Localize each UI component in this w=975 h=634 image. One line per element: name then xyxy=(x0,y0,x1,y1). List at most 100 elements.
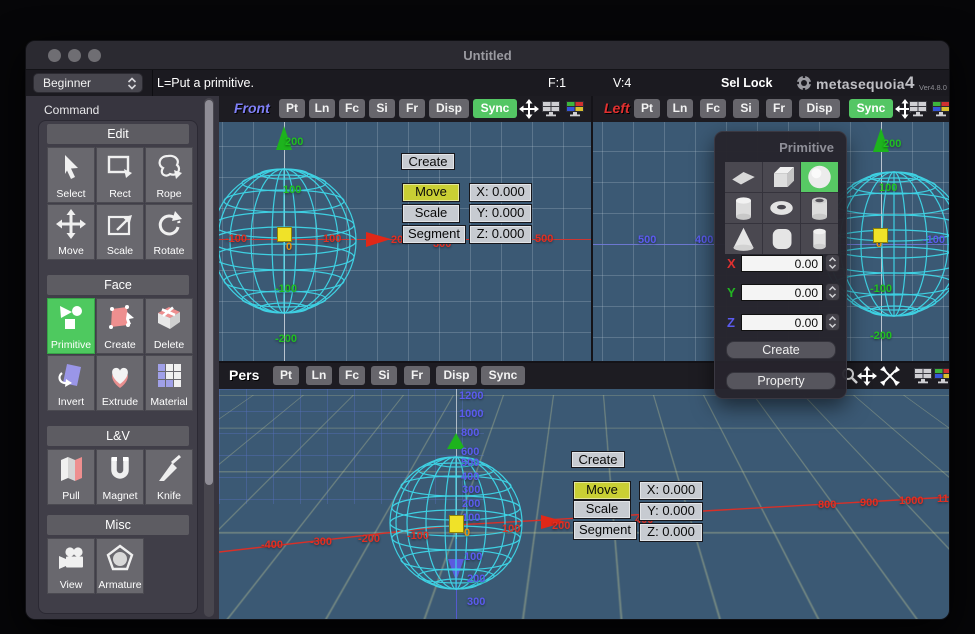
command-button-scale[interactable]: Scale xyxy=(96,204,144,260)
left-move-handle[interactable] xyxy=(873,228,888,243)
shape-torus[interactable] xyxy=(763,193,800,223)
pers-segment-button[interactable]: Segment xyxy=(573,521,637,540)
command-button-create-face[interactable]: Create xyxy=(96,298,144,354)
front-tab-fc[interactable]: Fc xyxy=(339,99,365,118)
left-sync-button[interactable]: Sync xyxy=(849,99,893,118)
pan-view-icon[interactable] xyxy=(519,99,539,124)
front-x-value[interactable]: X: 0.000 xyxy=(469,183,532,202)
shape-tube[interactable] xyxy=(801,193,838,223)
pers-x-value[interactable]: X: 0.000 xyxy=(639,481,703,500)
front-move-handle[interactable] xyxy=(277,227,292,242)
left-tab-pt[interactable]: Pt xyxy=(634,99,660,118)
pers-tab-pt[interactable]: Pt xyxy=(273,366,299,385)
shape-rounded-cube[interactable] xyxy=(763,224,800,254)
monitor-layout-color-icon[interactable] xyxy=(931,101,950,122)
pers-tab-fr[interactable]: Fr xyxy=(404,366,430,385)
command-button-knife[interactable]: Knife xyxy=(145,449,193,505)
primitive-create-button[interactable]: Create xyxy=(726,341,836,359)
monitor-layout-icon[interactable] xyxy=(908,101,928,122)
left-tab-ln[interactable]: Ln xyxy=(667,99,693,118)
pers-tab-si[interactable]: Si xyxy=(371,366,397,385)
front-tab-pt[interactable]: Pt xyxy=(279,99,305,118)
pers-tab-disp[interactable]: Disp xyxy=(436,366,477,385)
pers-create-button[interactable]: Create xyxy=(571,451,625,468)
z-stepper[interactable] xyxy=(825,313,840,331)
front-segment-button[interactable]: Segment xyxy=(402,225,466,244)
front-z-value[interactable]: Z: 0.000 xyxy=(469,225,532,244)
z-axis-label: Z xyxy=(727,315,735,330)
front-move-button[interactable]: Move xyxy=(402,183,460,202)
shape-cube[interactable] xyxy=(763,162,800,192)
scrollbar-thumb[interactable] xyxy=(205,100,213,485)
axis-label: 400 xyxy=(461,471,479,483)
armature-icon xyxy=(105,543,135,573)
front-tab-fr[interactable]: Fr xyxy=(399,99,425,118)
sidebar-scrollbar[interactable] xyxy=(204,98,214,617)
tube-icon xyxy=(801,193,838,223)
axis-label: -100 xyxy=(923,234,945,246)
shape-cone[interactable] xyxy=(725,224,762,254)
command-button-armature[interactable]: Armature xyxy=(96,538,144,594)
front-y-value[interactable]: Y: 0.000 xyxy=(469,204,532,223)
front-canvas[interactable]: -100 100 200 300 500 0 200 100 -100 -200… xyxy=(219,122,591,361)
primitive-property-button[interactable]: Property xyxy=(726,372,836,390)
shape-plane[interactable] xyxy=(725,162,762,192)
command-button-rope[interactable]: Rope xyxy=(145,147,193,203)
command-button-select[interactable]: Select xyxy=(47,147,95,203)
stepper-chevrons-icon xyxy=(826,255,839,271)
command-button-rotate[interactable]: Rotate xyxy=(145,204,193,260)
command-sidebar: Command Edit Select Rect Rope Move Scale xyxy=(26,96,219,619)
front-scale-button[interactable]: Scale xyxy=(402,204,460,223)
front-tab-disp[interactable]: Disp xyxy=(429,99,469,118)
pers-z-value[interactable]: Z: 0.000 xyxy=(639,523,703,542)
cylinder-icon xyxy=(725,193,762,223)
pers-canvas[interactable]: 1200 1000 800 600 500 400 300 200 100 0 … xyxy=(219,389,950,620)
monitor-layout-color-icon[interactable] xyxy=(933,368,950,389)
pers-tab-fc[interactable]: Fc xyxy=(339,366,365,385)
shape-sphere[interactable] xyxy=(801,162,838,192)
sel-lock-button[interactable]: Sel Lock xyxy=(721,76,772,90)
left-tab-fc[interactable]: Fc xyxy=(700,99,726,118)
pers-move-button[interactable]: Move xyxy=(573,481,631,500)
pers-y-value[interactable]: Y: 0.000 xyxy=(639,502,703,521)
section-edit-header: Edit xyxy=(47,124,189,144)
y-stepper[interactable] xyxy=(825,283,840,301)
command-button-pull[interactable]: Pull xyxy=(47,449,95,505)
left-tab-si[interactable]: Si xyxy=(733,99,759,118)
command-button-material[interactable]: Material xyxy=(145,355,193,411)
pers-sync-button[interactable]: Sync xyxy=(481,366,525,385)
command-button-magnet[interactable]: Magnet xyxy=(96,449,144,505)
shape-capsule[interactable] xyxy=(801,224,838,254)
z-input[interactable]: 0.00 xyxy=(741,314,823,331)
pan-view-icon[interactable] xyxy=(857,366,877,391)
front-create-button[interactable]: Create xyxy=(401,153,455,170)
command-button-move[interactable]: Move xyxy=(47,204,95,260)
front-tab-ln[interactable]: Ln xyxy=(309,99,335,118)
pers-scale-button[interactable]: Scale xyxy=(573,500,631,519)
command-button-primitive[interactable]: Primitive xyxy=(47,298,95,354)
command-button-view[interactable]: View xyxy=(47,538,95,594)
view-indicator: V:4 xyxy=(613,76,631,90)
rotate-view-icon[interactable] xyxy=(880,366,900,391)
front-sync-button[interactable]: Sync xyxy=(473,99,517,118)
monitor-layout-icon[interactable] xyxy=(913,368,933,389)
left-header: Left Pt Ln Fc Si Fr Disp Sync xyxy=(593,96,950,122)
titlebar: Untitled xyxy=(26,41,949,70)
axis-label: -200 xyxy=(870,330,892,342)
command-button-invert[interactable]: Invert xyxy=(47,355,95,411)
y-input[interactable]: 0.00 xyxy=(741,284,823,301)
left-tab-disp[interactable]: Disp xyxy=(799,99,840,118)
mode-dropdown[interactable]: Beginner xyxy=(33,73,143,93)
command-button-delete-face[interactable]: Delete xyxy=(145,298,193,354)
x-stepper[interactable] xyxy=(825,254,840,272)
x-input[interactable]: 0.00 xyxy=(741,255,823,272)
shape-cylinder[interactable] xyxy=(725,193,762,223)
left-tab-fr[interactable]: Fr xyxy=(766,99,792,118)
command-button-extrude[interactable]: Extrude xyxy=(96,355,144,411)
monitor-layout-icon[interactable] xyxy=(541,101,561,122)
front-tab-si[interactable]: Si xyxy=(369,99,395,118)
command-button-rect[interactable]: Rect xyxy=(96,147,144,203)
pers-tab-ln[interactable]: Ln xyxy=(306,366,332,385)
pers-move-handle[interactable] xyxy=(449,515,464,533)
monitor-layout-color-icon[interactable] xyxy=(565,101,585,122)
